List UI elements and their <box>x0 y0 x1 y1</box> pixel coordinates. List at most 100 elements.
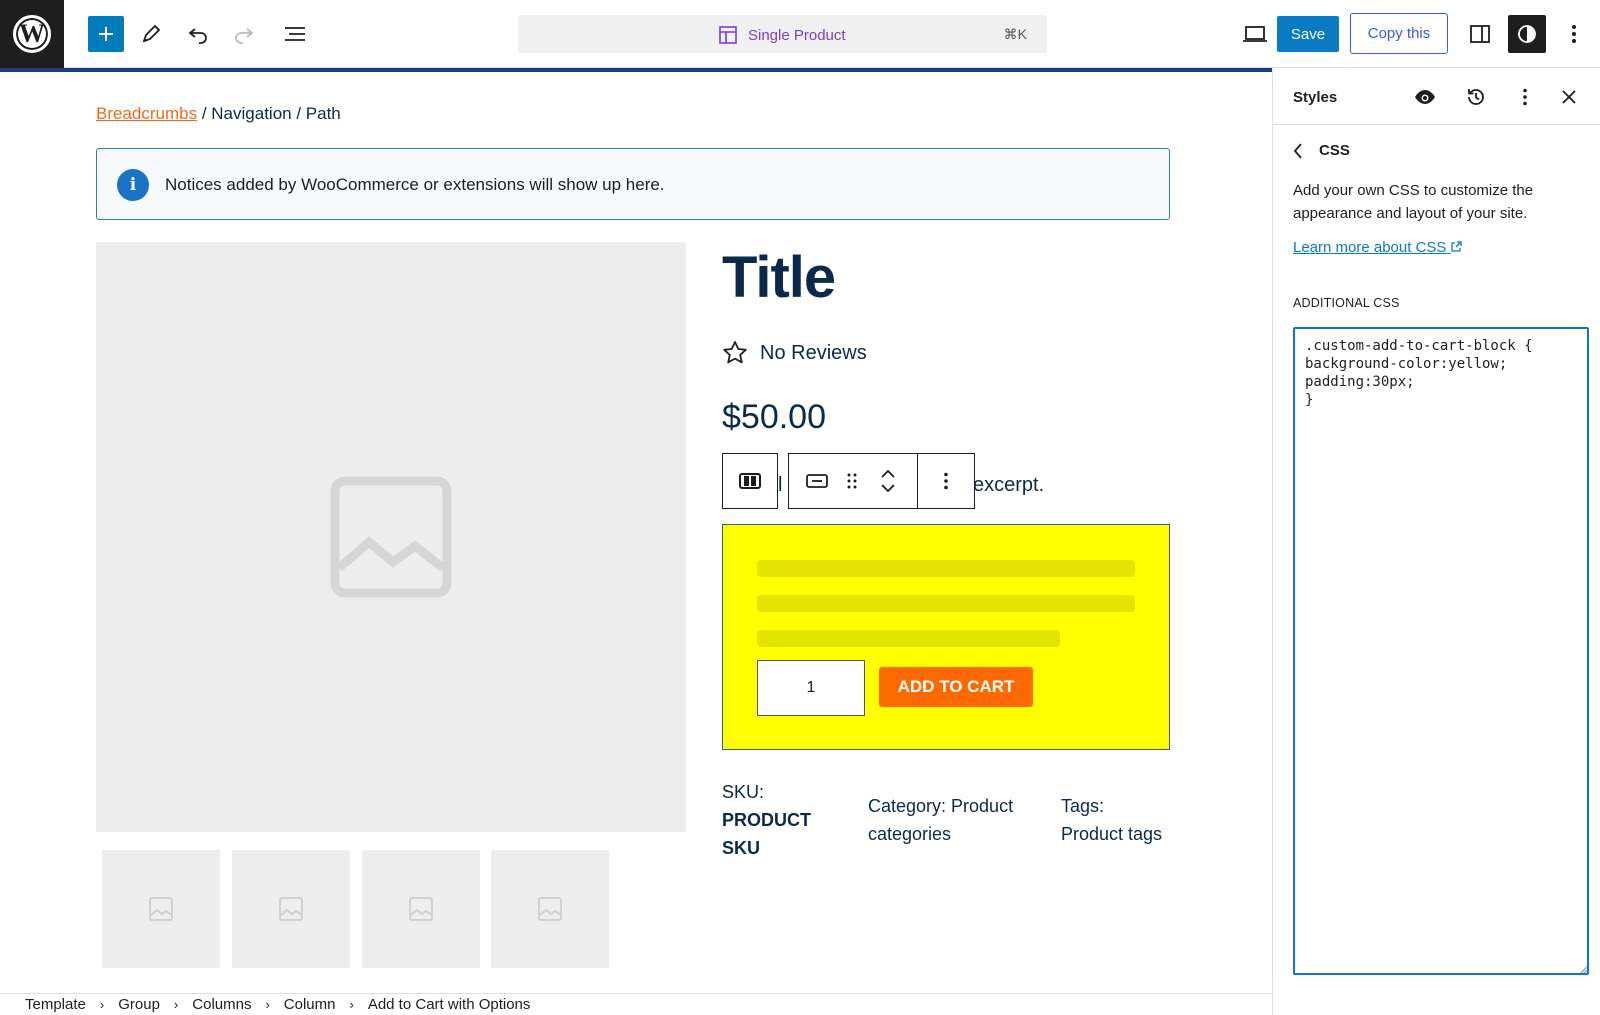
gallery-thumbnail[interactable] <box>491 850 609 968</box>
learn-more-link[interactable]: Learn more about CSS <box>1293 239 1462 256</box>
redo-button[interactable] <box>226 16 262 52</box>
add-to-cart-button[interactable]: ADD TO CART <box>879 667 1033 707</box>
image-placeholder-icon <box>330 476 452 598</box>
desktop-icon <box>1243 26 1267 42</box>
footer-crumb-group[interactable]: Group <box>118 996 160 1013</box>
external-link-icon <box>1450 241 1462 252</box>
chevron-down-icon[interactable] <box>881 484 895 492</box>
tags-line-1: Tags: <box>1061 796 1105 816</box>
columns-icon <box>739 473 761 489</box>
move-buttons[interactable] <box>859 454 917 508</box>
notice-text: Notices added by WooCommerce or extensio… <box>165 175 665 194</box>
css-panel-header: CSS <box>1293 142 1350 159</box>
chevron-right-icon: › <box>173 997 179 1012</box>
image-placeholder-icon <box>538 897 562 921</box>
redo-icon <box>235 28 254 44</box>
editor-canvas: Breadcrumbs / Navigation / Path i Notice… <box>0 68 1272 993</box>
breadcrumbs-path: / Navigation / Path <box>197 104 341 123</box>
sidebar-header: Styles <box>1273 68 1600 125</box>
image-placeholder-icon <box>279 897 303 921</box>
quantity-input[interactable]: 1 <box>757 660 865 716</box>
skeleton-bar <box>757 595 1135 612</box>
footer-crumb-current: Add to Cart with Options <box>367 996 531 1013</box>
chevron-right-icon: › <box>349 997 354 1012</box>
command-palette-bar[interactable]: Single Product ⌘K <box>518 15 1047 53</box>
category-line-2: categories <box>868 824 952 844</box>
chevron-up-icon[interactable] <box>881 470 895 478</box>
image-placeholder-icon <box>409 897 433 921</box>
add-block-button[interactable] <box>88 16 124 52</box>
eye-icon <box>1415 90 1435 104</box>
product-rating[interactable]: No Reviews <box>722 340 867 366</box>
additional-css-editor[interactable]: .custom-add-to-cart-block { background-c… <box>1293 327 1589 975</box>
gallery-thumbnail[interactable] <box>362 850 480 968</box>
excerpt-fragment-right: excerpt. <box>973 474 1045 496</box>
save-button[interactable]: Save <box>1277 16 1339 52</box>
sidebar-more-button[interactable] <box>1512 84 1538 110</box>
product-sku[interactable]: SKU: PRODUCT SKU <box>722 778 811 862</box>
undo-icon <box>188 28 207 44</box>
css-description: Add your own CSS to customize the appear… <box>1293 182 1534 222</box>
info-icon: i <box>117 169 149 201</box>
add-to-cart-with-options-block[interactable]: 1 ADD TO CART <box>722 524 1170 750</box>
history-icon <box>1468 89 1484 105</box>
store-breadcrumbs: Breadcrumbs / Navigation / Path <box>96 104 341 124</box>
gallery-thumbnail[interactable] <box>102 850 220 968</box>
document-overview-button[interactable] <box>277 16 313 52</box>
options-menu-button[interactable] <box>1556 16 1592 52</box>
footer-crumb-template[interactable]: Template <box>25 996 86 1013</box>
chevron-left-icon[interactable] <box>1293 142 1303 159</box>
gallery-thumbnail[interactable] <box>232 850 350 968</box>
learn-more-text: Learn more about CSS <box>1293 239 1447 256</box>
block-options-button[interactable] <box>917 454 974 508</box>
revisions-button[interactable] <box>1463 84 1489 110</box>
close-sidebar-button[interactable] <box>1556 84 1582 110</box>
sidebar-icon <box>1470 25 1490 43</box>
pencil-icon <box>142 24 161 43</box>
sidebar-title: Styles <box>1293 89 1338 106</box>
tools-button[interactable] <box>133 16 169 52</box>
more-vertical-icon <box>1572 25 1576 43</box>
image-placeholder-icon <box>149 897 173 921</box>
select-parent-button[interactable] <box>722 453 778 509</box>
button-block-icon <box>806 474 828 488</box>
more-vertical-icon <box>1523 88 1527 106</box>
resize-handle-icon[interactable] <box>1578 964 1588 974</box>
settings-sidebar-toggle[interactable] <box>1462 16 1498 52</box>
store-notices: i Notices added by WooCommerce or extens… <box>96 148 1170 220</box>
style-book-button[interactable] <box>1412 84 1438 110</box>
skeleton-bar <box>757 630 1060 647</box>
drag-handle[interactable] <box>845 454 859 508</box>
styles-sidebar: Styles CSS Add your own CSS to customize… <box>1272 68 1600 1015</box>
editor-header: W Single Product ⌘K Save Copy this <box>0 0 1600 68</box>
product-title[interactable]: Title <box>722 244 836 311</box>
footer-crumb-column[interactable]: Column <box>284 996 336 1013</box>
shortcut-hint: ⌘K <box>1003 26 1027 42</box>
wordpress-logo-button[interactable]: W <box>0 0 64 68</box>
chevron-right-icon: › <box>99 997 105 1012</box>
sku-value-2: SKU <box>722 838 761 858</box>
product-price[interactable]: $50.00 <box>722 398 826 437</box>
breadcrumbs-link[interactable]: Breadcrumbs <box>96 104 197 123</box>
css-panel-title: CSS <box>1319 142 1350 159</box>
styles-button[interactable] <box>1508 15 1546 53</box>
product-categories[interactable]: Category: Product categories <box>868 792 1013 848</box>
contrast-icon <box>1518 25 1536 43</box>
excerpt-fragment-left: l <box>778 474 783 496</box>
list-view-icon <box>285 27 305 41</box>
undo-button[interactable] <box>180 16 216 52</box>
chevron-right-icon: › <box>265 997 270 1012</box>
block-type-button[interactable] <box>789 454 845 508</box>
product-tags[interactable]: Tags: Product tags <box>1061 792 1162 848</box>
close-icon <box>1562 90 1576 104</box>
skeleton-bar <box>757 560 1135 577</box>
category-line-1: Category: Product <box>868 796 1014 816</box>
wordpress-logo-icon: W <box>13 15 51 53</box>
sku-label: SKU: <box>722 782 765 802</box>
product-image-placeholder[interactable] <box>96 242 686 832</box>
preview-device-button[interactable] <box>1237 16 1273 52</box>
footer-crumb-columns[interactable]: Columns <box>192 996 251 1013</box>
drag-handle-icon <box>847 473 857 489</box>
copy-this-button[interactable]: Copy this <box>1350 13 1448 54</box>
sku-value: PRODUCT <box>722 810 811 830</box>
